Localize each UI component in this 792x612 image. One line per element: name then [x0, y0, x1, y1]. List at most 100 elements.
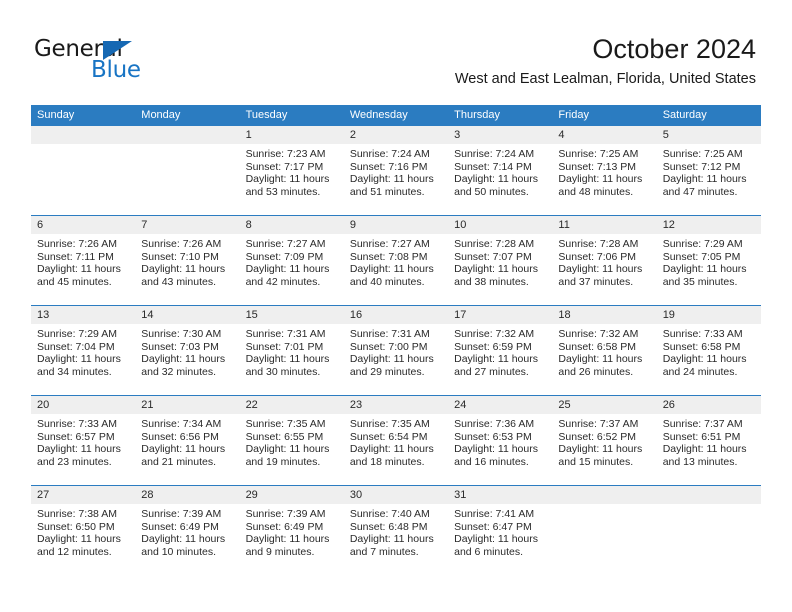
- calendar-day-cell[interactable]: 11 Sunrise: 7:28 AM Sunset: 7:06 PM Dayligh…: [552, 215, 657, 306]
- weekday-header-tuesday: Tuesday: [239, 105, 344, 126]
- calendar-day-cell[interactable]: 2 Sunrise: 7:24 AM Sunset: 7:16 PM Daylight…: [343, 125, 449, 216]
- calendar-day-cell[interactable]: 22 Sunrise: 7:35 AM Sunset: 6:55 PM Dayligh…: [239, 395, 344, 486]
- sunrise-text: Sunrise: 7:37 AM: [662, 418, 743, 430]
- calendar-week-row: 20 Sunrise: 7:33 AM Sunset: 6:57 PM Dayligh…: [31, 395, 761, 486]
- calendar-day-cell[interactable]: 31 Sunrise: 7:41 AM Sunset: 6:47 PM Dayligh…: [448, 485, 553, 575]
- sunrise-text: Sunrise: 7:39 AM: [141, 508, 222, 520]
- sunrise-text: Sunrise: 7:32 AM: [454, 328, 535, 340]
- calendar-day-cell[interactable]: 21 Sunrise: 7:34 AM Sunset: 6:56 PM Dayligh…: [135, 395, 240, 486]
- day-number: [31, 126, 136, 144]
- day-cell-details: Sunrise: 7:33 AM Sunset: 6:57 PM Daylight:…: [31, 414, 135, 468]
- calendar-day-cell[interactable]: 7 Sunrise: 7:26 AM Sunset: 7:10 PM Daylight…: [135, 215, 240, 306]
- day-number: 12: [656, 216, 761, 234]
- daylight-text-line1: Daylight: 11 hours: [37, 533, 121, 546]
- daylight-text-line2: and 51 minutes.: [349, 185, 425, 198]
- daylight-text-line2: and 15 minutes.: [558, 455, 634, 468]
- day-number: 11: [552, 216, 657, 234]
- calendar-day-cell[interactable]: 27 Sunrise: 7:38 AM Sunset: 6:50 PM Dayligh…: [31, 485, 136, 575]
- day-cell-details: Sunrise: 7:37 AM Sunset: 6:51 PM Daylight:…: [657, 414, 761, 468]
- daylight-text-line2: and 18 minutes.: [349, 455, 425, 468]
- sunrise-text: Sunrise: 7:25 AM: [662, 148, 743, 160]
- day-cell-inner: 27 Sunrise: 7:38 AM Sunset: 6:50 PM Dayligh…: [31, 486, 136, 575]
- calendar-day-cell[interactable]: 30 Sunrise: 7:40 AM Sunset: 6:48 PM Dayligh…: [343, 485, 449, 575]
- calendar-day-cell[interactable]: 16 Sunrise: 7:31 AM Sunset: 7:00 PM Dayligh…: [343, 305, 449, 396]
- day-number: 8: [239, 216, 344, 234]
- calendar-day-cell[interactable]: 10 Sunrise: 7:28 AM Sunset: 7:07 PM Dayligh…: [448, 215, 553, 306]
- location-subtitle: West and East Lealman, Florida, United S…: [454, 71, 756, 87]
- calendar-day-cell[interactable]: 29 Sunrise: 7:39 AM Sunset: 6:49 PM Dayligh…: [239, 485, 344, 575]
- daylight-text-line2: and 38 minutes.: [454, 275, 529, 288]
- calendar-day-cell[interactable]: 9 Sunrise: 7:27 AM Sunset: 7:08 PM Daylight…: [343, 215, 449, 306]
- day-cell-details: Sunrise: 7:23 AM Sunset: 7:17 PM Daylight:…: [240, 144, 344, 198]
- sunrise-text: Sunrise: 7:31 AM: [245, 328, 326, 340]
- calendar-body: 1 Sunrise: 7:23 AM Sunset: 7:17 PM Daylight…: [31, 125, 761, 575]
- daylight-text-line2: and 21 minutes.: [141, 455, 216, 468]
- sunset-text: Sunset: 7:12 PM: [662, 160, 741, 173]
- day-cell-inner: 3 Sunrise: 7:24 AM Sunset: 7:14 PM Daylight…: [448, 126, 553, 215]
- daylight-text-line1: Daylight: 11 hours: [558, 443, 643, 456]
- sunset-text: Sunset: 7:17 PM: [245, 160, 324, 173]
- daylight-text-line2: and 23 minutes.: [37, 455, 112, 468]
- daylight-text-line1: Daylight: 11 hours: [349, 353, 434, 366]
- day-number: 22: [239, 396, 344, 414]
- generalblue-logo[interactable]: General Blue: [34, 38, 234, 84]
- page-header: General Blue October 2024 West and East …: [0, 0, 792, 100]
- calendar-day-cell[interactable]: 23 Sunrise: 7:35 AM Sunset: 6:54 PM Dayligh…: [343, 395, 449, 486]
- calendar-day-cell[interactable]: 1 Sunrise: 7:23 AM Sunset: 7:17 PM Daylight…: [239, 125, 344, 216]
- day-number: 31: [448, 486, 553, 504]
- weekday-header-sunday: Sunday: [31, 105, 136, 126]
- day-cell-inner: 2 Sunrise: 7:24 AM Sunset: 7:16 PM Daylight…: [343, 126, 449, 215]
- calendar-day-cell[interactable]: 28 Sunrise: 7:39 AM Sunset: 6:49 PM Dayligh…: [135, 485, 240, 575]
- calendar-day-cell[interactable]: 6 Sunrise: 7:26 AM Sunset: 7:11 PM Daylight…: [31, 215, 136, 306]
- daylight-text-line2: and 43 minutes.: [141, 275, 216, 288]
- sunrise-text: Sunrise: 7:36 AM: [454, 418, 535, 430]
- calendar-day-cell[interactable]: 3 Sunrise: 7:24 AM Sunset: 7:14 PM Daylight…: [448, 125, 553, 216]
- daylight-text-line1: Daylight: 11 hours: [454, 263, 538, 276]
- calendar-day-cell[interactable]: 20 Sunrise: 7:33 AM Sunset: 6:57 PM Dayligh…: [31, 395, 136, 486]
- day-cell-details: Sunrise: 7:36 AM Sunset: 6:53 PM Daylight:…: [448, 414, 552, 468]
- calendar-day-cell[interactable]: 25 Sunrise: 7:37 AM Sunset: 6:52 PM Dayligh…: [552, 395, 657, 486]
- calendar-day-cell[interactable]: 18 Sunrise: 7:32 AM Sunset: 6:58 PM Dayligh…: [552, 305, 657, 396]
- calendar-day-cell[interactable]: 17 Sunrise: 7:32 AM Sunset: 6:59 PM Dayligh…: [448, 305, 553, 396]
- day-cell-details: Sunrise: 7:38 AM Sunset: 6:50 PM Daylight:…: [31, 504, 135, 558]
- day-cell-details: Sunrise: 7:28 AM Sunset: 7:06 PM Daylight:…: [552, 234, 656, 288]
- calendar-day-cell[interactable]: 13 Sunrise: 7:29 AM Sunset: 7:04 PM Dayligh…: [31, 305, 136, 396]
- daylight-text-line2: and 9 minutes.: [245, 545, 315, 558]
- calendar-day-cell[interactable]: 26 Sunrise: 7:37 AM Sunset: 6:51 PM Dayligh…: [656, 395, 761, 486]
- daylight-text-line2: and 40 minutes.: [349, 275, 425, 288]
- day-cell-inner: [135, 126, 240, 215]
- calendar-day-cell[interactable]: 4 Sunrise: 7:25 AM Sunset: 7:13 PM Daylight…: [552, 125, 657, 216]
- day-cell-details: Sunrise: 7:30 AM Sunset: 7:03 PM Daylight:…: [135, 324, 239, 378]
- weekday-header-friday: Friday: [552, 105, 657, 126]
- calendar-day-cell[interactable]: 14 Sunrise: 7:30 AM Sunset: 7:03 PM Dayligh…: [135, 305, 240, 396]
- sunrise-text: Sunrise: 7:40 AM: [349, 508, 430, 520]
- day-cell-details: [657, 504, 761, 508]
- sunset-text: Sunset: 7:10 PM: [141, 250, 219, 263]
- day-cell-details: [552, 504, 656, 508]
- day-cell-details: Sunrise: 7:39 AM Sunset: 6:49 PM Daylight:…: [135, 504, 239, 558]
- day-cell-inner: 31 Sunrise: 7:41 AM Sunset: 6:47 PM Dayligh…: [448, 486, 553, 575]
- daylight-text-line2: and 27 minutes.: [454, 365, 529, 378]
- day-cell-details: [135, 144, 239, 148]
- daylight-text-line1: Daylight: 11 hours: [349, 443, 434, 456]
- daylight-text-line1: Daylight: 11 hours: [141, 353, 226, 366]
- calendar-day-cell[interactable]: 19 Sunrise: 7:33 AM Sunset: 6:58 PM Dayligh…: [656, 305, 761, 396]
- sunset-text: Sunset: 6:48 PM: [349, 520, 428, 533]
- day-cell-details: Sunrise: 7:25 AM Sunset: 7:13 PM Daylight:…: [552, 144, 656, 198]
- sunrise-text: Sunrise: 7:23 AM: [245, 148, 326, 160]
- calendar-day-cell[interactable]: 5 Sunrise: 7:25 AM Sunset: 7:12 PM Daylight…: [656, 125, 761, 216]
- calendar-day-cell[interactable]: 15 Sunrise: 7:31 AM Sunset: 7:01 PM Dayligh…: [239, 305, 344, 396]
- day-number: 18: [552, 306, 657, 324]
- daylight-text-line2: and 53 minutes.: [245, 185, 321, 198]
- daylight-text-line2: and 48 minutes.: [558, 185, 634, 198]
- calendar-day-cell[interactable]: 12 Sunrise: 7:29 AM Sunset: 7:05 PM Dayligh…: [656, 215, 761, 306]
- daylight-text-line1: Daylight: 11 hours: [454, 353, 538, 366]
- calendar-day-cell[interactable]: 24 Sunrise: 7:36 AM Sunset: 6:53 PM Dayligh…: [448, 395, 553, 486]
- sunset-text: Sunset: 7:16 PM: [349, 160, 428, 173]
- daylight-text-line1: Daylight: 11 hours: [662, 263, 747, 276]
- calendar-day-cell[interactable]: 8 Sunrise: 7:27 AM Sunset: 7:09 PM Daylight…: [239, 215, 344, 306]
- daylight-text-line1: Daylight: 11 hours: [141, 533, 226, 546]
- calendar-week-row: 1 Sunrise: 7:23 AM Sunset: 7:17 PM Daylight…: [31, 125, 761, 216]
- daylight-text-line1: Daylight: 11 hours: [662, 443, 747, 456]
- daylight-text-line1: Daylight: 11 hours: [349, 533, 434, 546]
